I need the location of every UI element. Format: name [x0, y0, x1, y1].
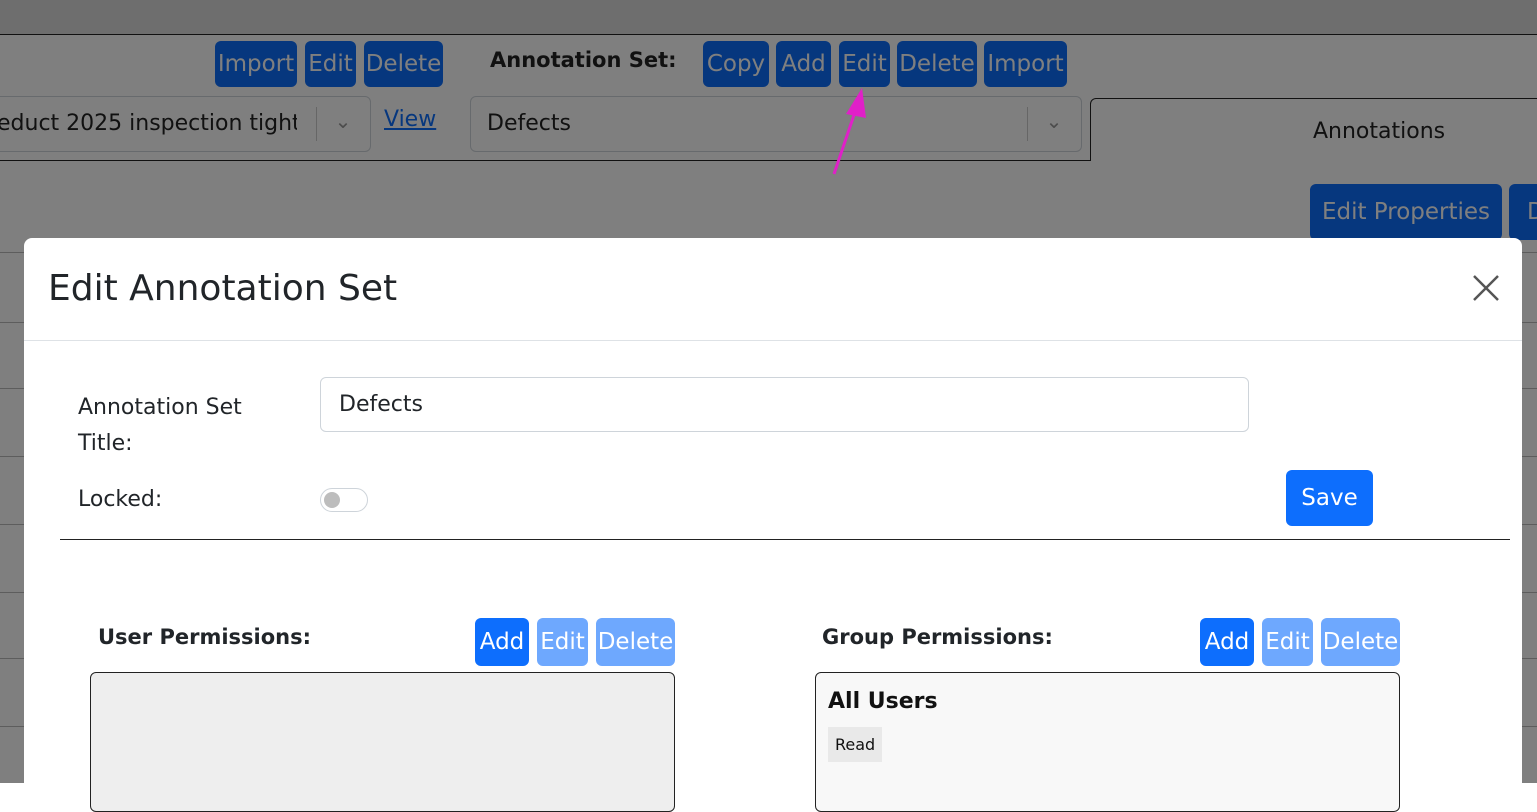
user-permissions-edit-button[interactable]: Edit — [537, 618, 588, 666]
toggle-knob — [324, 492, 340, 508]
group-permissions-list[interactable]: All Users Read — [815, 672, 1400, 812]
title-field-label: Annotation Set Title: — [78, 390, 242, 462]
locked-label: Locked: — [78, 487, 163, 512]
user-permissions-list[interactable] — [90, 672, 675, 812]
group-permissions-title: Group Permissions: — [822, 625, 1053, 649]
section-divider — [60, 539, 1510, 540]
group-name[interactable]: All Users — [828, 689, 938, 714]
user-permissions-delete-button[interactable]: Delete — [596, 618, 675, 666]
permission-badge: Read — [828, 727, 883, 762]
title-field-label-line2: Title: — [78, 431, 133, 456]
group-permissions-edit-button[interactable]: Edit — [1262, 618, 1313, 666]
annotation-set-title-input[interactable] — [320, 377, 1249, 432]
group-permissions-add-button[interactable]: Add — [1200, 618, 1254, 666]
user-permissions-title: User Permissions: — [98, 625, 312, 649]
save-button[interactable]: Save — [1286, 470, 1373, 526]
modal-title: Edit Annotation Set — [48, 268, 398, 309]
title-field-label-line1: Annotation Set — [78, 395, 242, 420]
modal-header: Edit Annotation Set — [24, 238, 1522, 341]
user-permissions-add-button[interactable]: Add — [475, 618, 529, 666]
locked-toggle[interactable] — [320, 488, 368, 512]
close-icon[interactable] — [1470, 272, 1502, 304]
group-permissions-delete-button[interactable]: Delete — [1321, 618, 1400, 666]
edit-annotation-set-modal: Edit Annotation Set Annotation Set Title… — [24, 238, 1522, 812]
